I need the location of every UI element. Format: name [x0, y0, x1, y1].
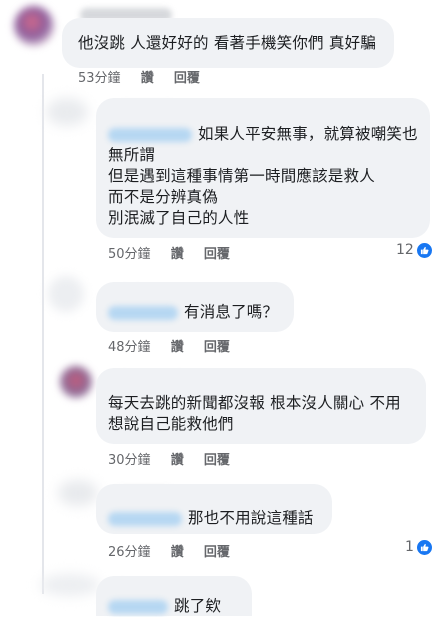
- reply-button[interactable]: 回覆: [204, 243, 230, 262]
- reply-button[interactable]: 回覆: [174, 67, 200, 86]
- reply-button[interactable]: 回覆: [204, 336, 230, 355]
- thumbs-up-icon: [416, 539, 432, 555]
- like-button[interactable]: 讚: [171, 336, 184, 355]
- reaction-count[interactable]: 1: [405, 539, 432, 555]
- avatar[interactable]: [40, 574, 100, 596]
- comment-meta: 48分鐘 讚 回覆: [108, 336, 246, 355]
- comment-meta: 30分鐘 讚 回覆: [108, 449, 246, 468]
- like-button[interactable]: 讚: [171, 449, 184, 468]
- comment-timestamp: 48分鐘: [108, 340, 151, 355]
- reaction-count[interactable]: 12: [396, 242, 432, 258]
- author-mention[interactable]: [108, 305, 178, 320]
- comment-timestamp: 26分鐘: [108, 545, 151, 560]
- comment-timestamp: 50分鐘: [108, 247, 151, 262]
- like-button[interactable]: 讚: [141, 67, 154, 86]
- reaction-count-value: 1: [405, 539, 414, 555]
- thread-line: [42, 74, 44, 594]
- reply-button[interactable]: 回覆: [204, 449, 230, 468]
- like-button[interactable]: 讚: [171, 541, 184, 560]
- reaction-count-value: 12: [396, 242, 414, 258]
- avatar[interactable]: [14, 6, 54, 46]
- comment-meta: 53分鐘 讚 回覆: [78, 67, 216, 86]
- comment-text: 他沒跳 人還好好的 看著手機笑你們 真好騙: [78, 34, 376, 52]
- author-mention[interactable]: [108, 511, 182, 526]
- thumbs-up-icon: [416, 242, 432, 258]
- like-button[interactable]: 讚: [171, 243, 184, 262]
- reply-button[interactable]: 回覆: [204, 541, 230, 560]
- avatar[interactable]: [60, 366, 92, 398]
- comment-text: 每天去跳的新聞都沒報 根本沒人關心 不用 想說自己能救他們: [108, 394, 401, 433]
- avatar[interactable]: [48, 276, 84, 312]
- avatar[interactable]: [46, 98, 88, 126]
- avatar[interactable]: [58, 480, 98, 506]
- comment-timestamp: 30分鐘: [108, 453, 151, 468]
- comment-text: 如果人平安無事，就算被嘲笑也 無所謂 但是遇到這種事情第一時間應該是救人 而不是…: [108, 125, 418, 227]
- comment-meta: 26分鐘 讚 回覆: [108, 541, 246, 560]
- comment-text: 跳了欸: [108, 596, 221, 617]
- comment-text: 有消息了嗎？: [108, 302, 278, 323]
- comment-meta: 50分鐘 讚 回覆: [108, 243, 246, 262]
- author-mention[interactable]: [108, 599, 168, 614]
- author-mention[interactable]: [108, 127, 192, 142]
- comment-timestamp: 53分鐘: [78, 71, 121, 86]
- comment-text: 那也不用說這種話: [108, 508, 314, 529]
